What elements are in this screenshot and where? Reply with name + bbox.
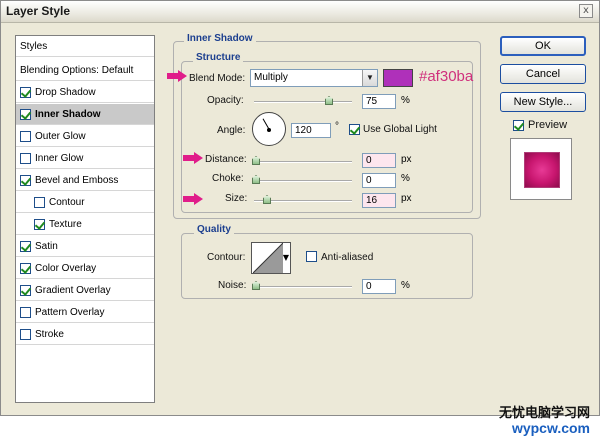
- distance-label: Distance:: [205, 154, 247, 165]
- preview-label: Preview: [528, 119, 568, 131]
- style-item[interactable]: Inner Glow: [16, 148, 154, 169]
- style-item-label: Contour: [49, 196, 85, 208]
- inner-shadow-title: Inner Shadow: [184, 33, 256, 44]
- blend-mode-value: Multiply: [254, 72, 288, 83]
- layer-style-dialog: Layer Style x Styles Blending Options: D…: [0, 0, 600, 416]
- close-button[interactable]: x: [579, 4, 593, 18]
- style-item-label: Color Overlay: [35, 262, 97, 274]
- style-item-checkbox[interactable]: [34, 218, 45, 230]
- style-item[interactable]: Gradient Overlay: [16, 280, 154, 301]
- style-item-label: Gradient Overlay: [35, 284, 111, 296]
- opacity-label: Opacity:: [207, 95, 244, 106]
- distance-unit: px: [401, 154, 412, 165]
- style-item-checkbox[interactable]: [20, 130, 31, 142]
- opacity-unit: %: [401, 95, 410, 106]
- style-item[interactable]: Outer Glow: [16, 126, 154, 147]
- noise-slider[interactable]: [252, 281, 352, 290]
- style-item-checkbox[interactable]: [20, 284, 31, 296]
- style-item-checkbox[interactable]: [20, 306, 31, 318]
- anti-aliased-checkbox[interactable]: [306, 251, 317, 262]
- angle-dial-center: [267, 128, 271, 132]
- style-item-checkbox[interactable]: [34, 196, 45, 208]
- blending-options-label: Blending Options: Default: [20, 64, 134, 76]
- anti-aliased-label: Anti-aliased: [321, 252, 374, 263]
- contour-picker[interactable]: ▼: [251, 242, 291, 274]
- styles-header-label: Styles: [20, 40, 48, 52]
- pink-arrow-icon: [183, 193, 203, 205]
- size-unit: px: [401, 193, 412, 204]
- pink-arrow-icon: [167, 70, 187, 82]
- size-slider[interactable]: [254, 195, 352, 204]
- preview-checkbox[interactable]: [513, 120, 524, 131]
- size-label: Size:: [225, 193, 248, 204]
- global-light-label: Use Global Light: [363, 124, 437, 135]
- style-item[interactable]: Bevel and Emboss: [16, 170, 154, 191]
- style-item[interactable]: Satin: [16, 236, 154, 257]
- style-item-label: Texture: [49, 218, 82, 230]
- opacity-input[interactable]: 75: [362, 94, 396, 109]
- style-item-checkbox[interactable]: [20, 328, 31, 340]
- color-hex-annotation: #af30ba: [419, 68, 474, 85]
- contour-label: Contour:: [207, 252, 246, 263]
- opacity-slider[interactable]: [254, 96, 352, 105]
- dialog-title: Layer Style: [6, 4, 71, 18]
- choke-label: Choke:: [212, 173, 244, 184]
- chevron-down-icon: ▼: [362, 70, 377, 86]
- global-light-checkbox[interactable]: [349, 124, 360, 135]
- shadow-color-swatch[interactable]: [383, 69, 413, 87]
- style-item[interactable]: Inner Shadow: [16, 104, 154, 125]
- style-item-checkbox[interactable]: [20, 86, 31, 98]
- style-item-label: Drop Shadow: [35, 86, 96, 98]
- watermark-url: wypcw.com: [511, 420, 590, 436]
- style-item-checkbox[interactable]: [20, 152, 31, 164]
- new-style-button[interactable]: New Style...: [500, 92, 586, 112]
- structure-title: Structure: [193, 52, 244, 63]
- ok-button[interactable]: OK: [500, 36, 586, 56]
- styles-header[interactable]: Styles: [16, 36, 154, 57]
- angle-input[interactable]: 120: [291, 123, 331, 138]
- preview-swatch: [525, 153, 559, 187]
- style-item-checkbox[interactable]: [20, 174, 31, 186]
- style-item-label: Inner Glow: [35, 152, 84, 164]
- angle-unit: °: [335, 121, 339, 132]
- choke-slider[interactable]: [252, 175, 352, 184]
- style-item[interactable]: Stroke: [16, 324, 154, 345]
- style-item-checkbox[interactable]: [20, 240, 31, 252]
- watermark-title: 无忧电脑学习网: [498, 406, 590, 421]
- style-item[interactable]: Color Overlay: [16, 258, 154, 279]
- choke-unit: %: [401, 173, 410, 184]
- style-item-label: Bevel and Emboss: [35, 174, 119, 186]
- style-item-checkbox[interactable]: [20, 262, 31, 274]
- cancel-button[interactable]: Cancel: [500, 64, 586, 84]
- noise-label: Noise:: [218, 280, 247, 291]
- style-item[interactable]: Pattern Overlay: [16, 302, 154, 323]
- blending-options-item[interactable]: Blending Options: Default: [16, 60, 154, 81]
- style-item-label: Stroke: [35, 328, 64, 340]
- style-item-label: Outer Glow: [35, 130, 86, 142]
- size-input[interactable]: 16: [362, 193, 396, 208]
- angle-dial[interactable]: [252, 112, 286, 146]
- style-item-checkbox[interactable]: [20, 108, 31, 120]
- blend-mode-select[interactable]: Multiply ▼: [250, 69, 378, 87]
- style-item-label: Pattern Overlay: [35, 306, 105, 318]
- quality-title: Quality: [194, 224, 234, 235]
- linear-contour-icon: [253, 243, 283, 273]
- style-item[interactable]: Texture: [16, 214, 154, 235]
- style-preview: [510, 138, 572, 200]
- pink-arrow-icon: [183, 152, 203, 164]
- style-item[interactable]: Contour: [16, 192, 154, 213]
- blend-mode-label: Blend Mode:: [189, 73, 246, 84]
- styles-list: Styles Blending Options: Default Drop Sh…: [15, 35, 155, 403]
- angle-label: Angle:: [217, 125, 246, 136]
- style-item-label: Inner Shadow: [35, 108, 101, 120]
- distance-input[interactable]: 0: [362, 153, 396, 168]
- noise-unit: %: [401, 280, 410, 291]
- noise-input[interactable]: 0: [362, 279, 396, 294]
- choke-input[interactable]: 0: [362, 173, 396, 188]
- distance-slider[interactable]: [252, 156, 352, 165]
- chevron-down-icon: ▼: [282, 253, 289, 262]
- style-item-label: Satin: [35, 240, 58, 252]
- title-bar[interactable]: Layer Style x: [1, 1, 599, 23]
- style-item[interactable]: Drop Shadow: [16, 82, 154, 103]
